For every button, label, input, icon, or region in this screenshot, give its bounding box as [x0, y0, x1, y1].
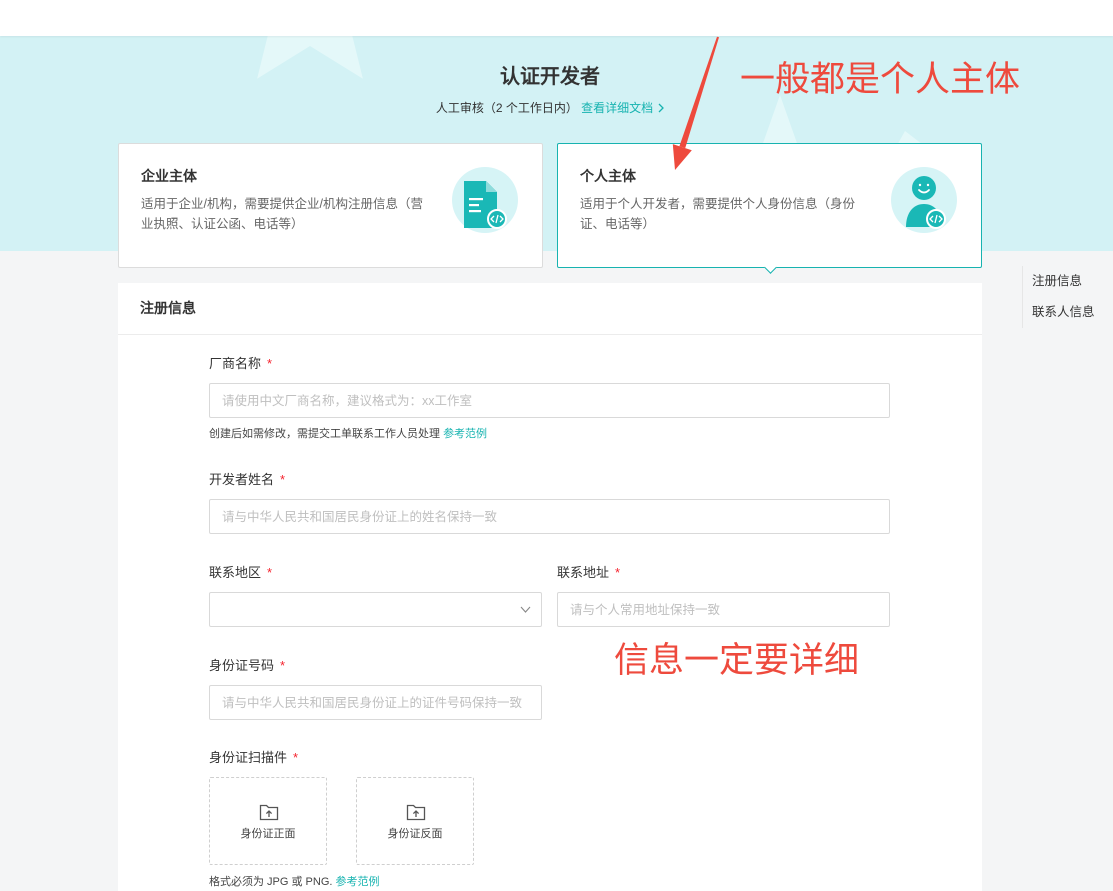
required-mark: * — [280, 472, 286, 487]
id-scan-label: 身份证扫描件 * — [209, 749, 298, 767]
label-text: 联系地区 — [209, 565, 262, 580]
required-mark: * — [293, 750, 299, 765]
upload-label: 身份证反面 — [387, 828, 443, 840]
vendor-example-link[interactable]: 参考范例 — [443, 428, 487, 440]
personal-user-icon — [891, 167, 957, 233]
card-title: 个人主体 — [580, 168, 636, 184]
label-text: 厂商名称 — [209, 356, 262, 371]
developer-name-input[interactable] — [209, 499, 890, 534]
contact-address-label: 联系地址 * — [557, 564, 620, 582]
id-back-upload[interactable]: 身份证反面 — [356, 777, 474, 865]
card-selected-notch — [764, 261, 777, 274]
vendor-name-label: 厂商名称 * — [209, 355, 272, 373]
required-mark: * — [615, 565, 621, 580]
chevron-right-icon — [658, 103, 665, 113]
annotation-info-tip: 信息一定要详细 — [614, 641, 860, 680]
format-note-text: 格式必须为 JPG 或 PNG. — [209, 876, 333, 888]
side-nav: 注册信息 联系人信息 — [1022, 266, 1113, 328]
side-nav-item-registration[interactable]: 注册信息 — [1032, 272, 1082, 290]
enterprise-document-icon — [452, 167, 518, 233]
contact-address-input[interactable] — [557, 592, 890, 627]
card-description-line: 适用于企业/机构，需要提供企业/机构注册信息（营 — [141, 197, 423, 211]
label-text: 联系地址 — [557, 565, 610, 580]
upload-folder-icon — [406, 804, 426, 821]
card-description-line: 业执照、认证公函、电话等） — [141, 217, 304, 231]
card-description-line: 适用于个人开发者，需要提供个人身份信息（身份 — [580, 197, 856, 211]
upload-folder-icon — [259, 804, 279, 821]
id-number-label: 身份证号码 * — [209, 657, 285, 675]
id-scan-example-link[interactable]: 参考范例 — [336, 876, 380, 888]
card-description: 适用于个人开发者，需要提供个人身份信息（身份 证、电话等） — [580, 194, 855, 234]
entity-card-enterprise[interactable]: 企业主体 适用于企业/机构，需要提供企业/机构注册信息（营 业执照、认证公函、电… — [118, 143, 543, 268]
label-text: 身份证号码 — [209, 658, 275, 673]
annotation-entity-tip: 一般都是个人主体 — [740, 60, 1021, 99]
card-description-line: 证、电话等） — [580, 217, 656, 231]
doc-link-label[interactable]: 查看详细文档 — [581, 101, 653, 115]
review-note-line: 人工审核（2 个工作日内） 查看详细文档 — [118, 100, 982, 116]
id-scan-format-note: 格式必须为 JPG 或 PNG. 参考范例 — [209, 875, 380, 889]
developer-name-label: 开发者姓名 * — [209, 471, 285, 489]
hint-text: 创建后如需修改，需提交工单联系工作人员处理 — [209, 428, 440, 440]
entity-card-personal[interactable]: 个人主体 适用于个人开发者，需要提供个人身份信息（身份 证、电话等） — [557, 143, 982, 274]
chevron-down-icon — [520, 606, 531, 613]
registration-form-panel: 注册信息 厂商名称 * 创建后如需修改，需提交工单联系工作人员处理 参考范例 开发… — [118, 283, 982, 891]
label-text: 身份证扫描件 — [209, 750, 288, 765]
id-number-input[interactable] — [209, 685, 542, 720]
doc-link[interactable]: 查看详细文档 — [581, 101, 665, 115]
contact-region-select[interactable] — [209, 592, 542, 627]
vendor-name-input[interactable] — [209, 383, 890, 418]
required-mark: * — [267, 356, 273, 371]
top-bar — [0, 0, 1113, 36]
panel-title: 注册信息 — [140, 300, 196, 316]
review-note: 人工审核（2 个工作日内） — [435, 101, 578, 115]
required-mark: * — [280, 658, 286, 673]
id-front-upload[interactable]: 身份证正面 — [209, 777, 327, 865]
required-mark: * — [267, 565, 273, 580]
contact-region-label: 联系地区 * — [209, 564, 272, 582]
label-text: 开发者姓名 — [209, 472, 275, 487]
panel-header: 注册信息 — [118, 283, 982, 335]
upload-label: 身份证正面 — [240, 828, 296, 840]
vendor-name-hint: 创建后如需修改，需提交工单联系工作人员处理 参考范例 — [209, 427, 487, 441]
card-description: 适用于企业/机构，需要提供企业/机构注册信息（营 业执照、认证公函、电话等） — [141, 194, 423, 234]
card-title: 企业主体 — [141, 168, 197, 184]
side-nav-item-contact[interactable]: 联系人信息 — [1032, 303, 1095, 321]
